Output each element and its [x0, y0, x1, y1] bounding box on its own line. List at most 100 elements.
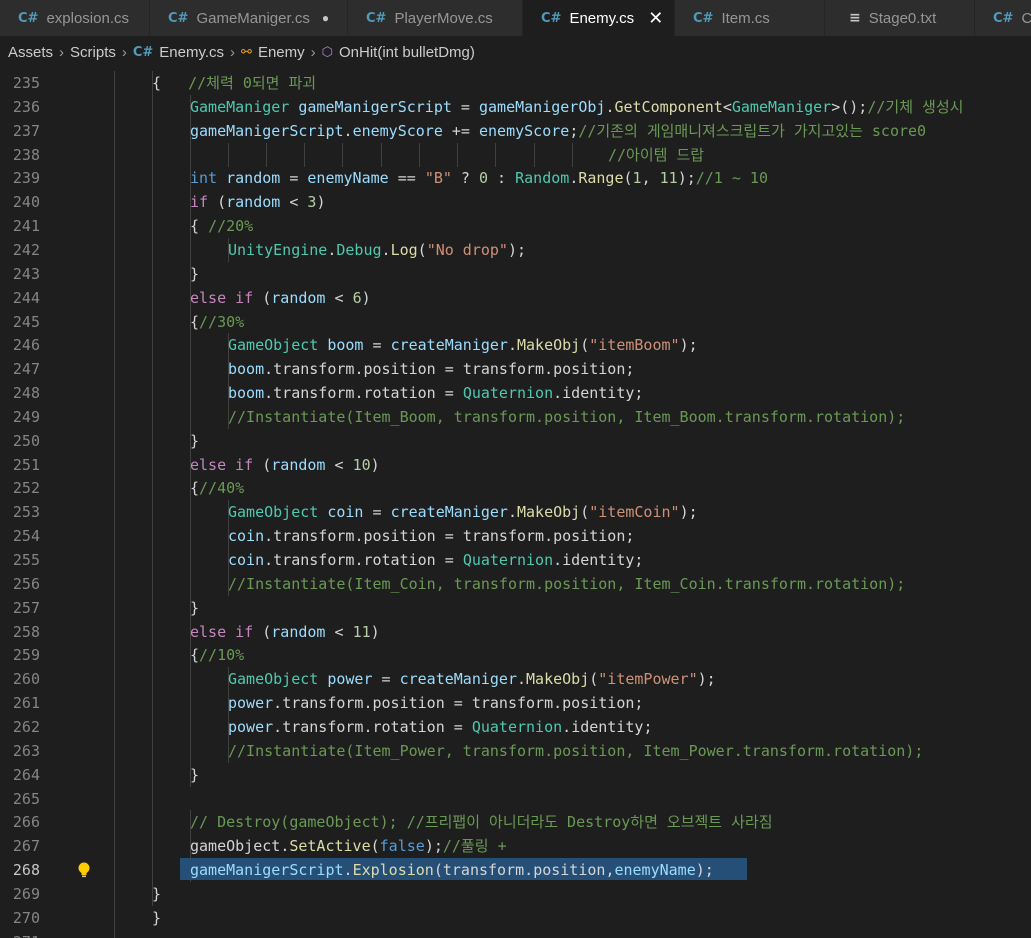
indent-guide [114, 214, 115, 239]
indent-guide [190, 691, 191, 716]
tab-enemy-cs[interactable]: C# Enemy.cs ✕ [523, 0, 675, 36]
code-line[interactable]: 265 [0, 786, 1031, 811]
code-text: UnityEngine.Debug.Log("No drop"); [228, 240, 527, 259]
indent-guide [152, 309, 153, 334]
code-text: } [190, 598, 200, 617]
code-line[interactable]: 262 power.transform.rotation = Quaternion… [0, 714, 1031, 739]
code-line[interactable]: 235 { //체력 0되면 파괴 [0, 71, 1031, 95]
code-line[interactable]: 269} [0, 881, 1031, 906]
breadcrumb-assets[interactable]: Assets [8, 44, 53, 61]
code-line[interactable]: 271 [0, 929, 1031, 938]
line-number: 262 [12, 717, 40, 736]
indent-guide [114, 548, 115, 572]
code-line[interactable]: 259 {//10% [0, 643, 1031, 668]
tab-stage0-txt[interactable]: ≡ Stage0.txt [825, 0, 975, 36]
tab-label: GameManiger.cs [196, 9, 310, 27]
code-line[interactable]: 244 else if (random < 6) [0, 285, 1031, 310]
code-line[interactable]: 270} [0, 905, 1031, 930]
code-line[interactable]: 241 { //20% [0, 214, 1031, 239]
indent-guide [114, 404, 115, 429]
code-line[interactable]: 242 UnityEngine.Debug.Log("No drop"); [0, 237, 1031, 262]
code-line[interactable]: 254 coin.transform.position = transform.p… [0, 524, 1031, 549]
breadcrumb-scripts[interactable]: Scripts [70, 44, 116, 61]
tab-label: Item.cs [721, 9, 770, 27]
breadcrumb-class[interactable]: Enemy [258, 44, 305, 61]
indent-guide [114, 595, 115, 620]
indent-guide [457, 142, 458, 167]
tab-cr[interactable]: C# Cr [975, 0, 1031, 36]
indent-guide [152, 500, 153, 525]
code-text: { //20% [190, 217, 254, 236]
line-number: 239 [12, 169, 40, 188]
indent-guide [190, 571, 191, 596]
code-text: else if (random < 6) [190, 288, 371, 307]
indent-guide [152, 691, 153, 716]
code-line[interactable]: 252 {//40% [0, 476, 1031, 501]
code-editor[interactable]: 235 { //체력 0되면 파괴 236 GameManiger gameManig… [0, 70, 1031, 938]
indent-guide [190, 333, 191, 358]
line-number: 258 [12, 622, 40, 641]
code-line[interactable]: 240 if (random < 3) [0, 190, 1031, 215]
code-line[interactable]: 263 //Instantiate(Item_Power, transform.p… [0, 738, 1031, 763]
indent-guide [152, 333, 153, 358]
code-line[interactable]: 253 GameObject coin = createManiger.MakeO… [0, 500, 1031, 525]
code-line[interactable]: 250} [0, 428, 1031, 453]
line-number: 257 [12, 598, 40, 617]
code-text: boom.transform.position = transform.posi… [228, 360, 635, 379]
code-line[interactable]: 261 power.transform.position = transform.… [0, 691, 1031, 716]
tab-playermove-cs[interactable]: C# PlayerMove.cs [348, 0, 523, 36]
code-line[interactable]: 260 GameObject power = createManiger.Make… [0, 667, 1031, 692]
code-line[interactable]: 264} [0, 762, 1031, 787]
close-icon[interactable]: ✕ [648, 8, 663, 29]
indent-guide [114, 786, 115, 811]
code-line[interactable]: 251 else if (random < 10) [0, 452, 1031, 477]
code-line[interactable]: 238 //아이템 드랍 [0, 142, 1031, 167]
indent-guide [190, 548, 191, 572]
code-text: //Instantiate(Item_Power, transform.posi… [228, 741, 924, 760]
method-cube-icon: ⬡ [321, 44, 333, 60]
csharp-icon: C# [366, 10, 387, 26]
code-line[interactable]: 268 gameManigerScript.Explosion(transform… [0, 858, 1031, 883]
line-number: 241 [12, 217, 40, 236]
code-line[interactable]: 267 gameObject.SetActive(false);//풀링 + [0, 834, 1031, 859]
code-line[interactable]: 236 GameManiger gameManigerScript = gameM… [0, 94, 1031, 119]
indent-guide [152, 714, 153, 739]
code-line[interactable]: 237 gameManigerScript.enemyScore += enemy… [0, 118, 1031, 143]
tab-gamemaniger-cs[interactable]: C# GameManiger.cs ● [150, 0, 348, 36]
code-line[interactable]: 256 //Instantiate(Item_Coin, transform.po… [0, 571, 1031, 596]
code-line[interactable]: 246 GameObject boom = createManiger.MakeO… [0, 333, 1031, 358]
code-line[interactable]: 257} [0, 595, 1031, 620]
code-line[interactable]: 239 int random = enemyName == "B" ? 0 : R… [0, 166, 1031, 191]
code-text: gameObject.SetActive(false);//풀링 + [190, 837, 507, 856]
code-line[interactable]: 266 // Destroy(gameObject); //프리팹이 아니더라도 … [0, 810, 1031, 835]
code-line[interactable]: 245 {//30% [0, 309, 1031, 334]
tab-explosion-cs[interactable]: C# explosion.cs [0, 0, 150, 36]
line-number: 237 [12, 121, 40, 140]
chevron-right-icon: › [230, 43, 236, 61]
tab-item-cs[interactable]: C# Item.cs [675, 0, 825, 36]
unsaved-dot-icon[interactable]: ● [322, 11, 329, 25]
code-line[interactable]: 243} [0, 261, 1031, 286]
text-file-icon: ≡ [849, 10, 861, 26]
tab-label: Enemy.cs [569, 9, 635, 27]
breadcrumb-file[interactable]: Enemy.cs [159, 44, 224, 61]
code-line[interactable]: 255 coin.transform.rotation = Quaternion.… [0, 548, 1031, 572]
indent-guide [572, 142, 573, 167]
code-line[interactable]: 249 //Instantiate(Item_Boom, transform.po… [0, 404, 1031, 429]
line-number: 271 [0, 930, 40, 938]
code-line[interactable]: 258 else if (random < 11) [0, 619, 1031, 644]
breadcrumb-method[interactable]: OnHit(int bulletDmg) [339, 44, 475, 61]
code-line[interactable]: 247 boom.transform.position = transform.p… [0, 357, 1031, 382]
indent-guide [152, 834, 153, 859]
indent-guide [114, 166, 115, 191]
code-text: {//30% [190, 312, 245, 331]
csharp-icon: C# [168, 10, 189, 26]
lightbulb-icon[interactable] [76, 861, 92, 879]
line-number: 263 [12, 741, 40, 760]
indent-guide [152, 261, 153, 286]
line-number: 261 [12, 694, 40, 713]
csharp-icon: C# [541, 10, 562, 26]
indent-guide [152, 428, 153, 453]
line-number: 242 [12, 240, 40, 259]
code-line[interactable]: 248 boom.transform.rotation = Quaternion.… [0, 381, 1031, 406]
